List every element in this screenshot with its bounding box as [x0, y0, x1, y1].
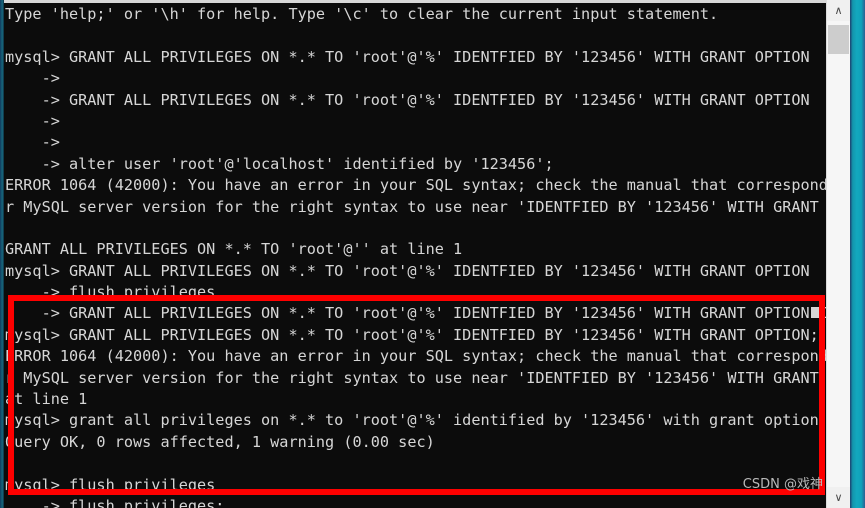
terminal-line: -> flush privileges; — [5, 496, 225, 508]
terminal-line: at line 1 — [5, 390, 88, 409]
scrollbar-track[interactable] — [827, 21, 850, 487]
terminal-line: -> — [5, 69, 60, 88]
mysql-console-window[interactable]: Type 'help;' or '\h' for help. Type '\c'… — [4, 0, 827, 508]
csdn-watermark: CSDN @戏神 — [742, 477, 823, 492]
scrollbar-thumb[interactable] — [828, 25, 849, 54]
terminal-line: Query OK, 0 rows affected, 1 warning (0.… — [5, 432, 435, 451]
terminal-line: GRANT ALL PRIVILEGES ON *.* TO 'root'@''… — [5, 240, 463, 259]
terminal-line: mysql> GRANT ALL PRIVILEGES ON *.* TO 'r… — [5, 325, 819, 344]
screenshot-root: Type 'help;' or '\h' for help. Type '\c'… — [0, 0, 865, 508]
terminal-line: mysql> flush privileges — [5, 475, 216, 494]
scroll-up-arrow-icon[interactable]: ∧ — [827, 0, 850, 21]
terminal-line: -> flush privileges — [5, 283, 216, 302]
terminal-line: r MySQL server version for the right syn… — [5, 368, 827, 387]
terminal-line: mysql> GRANT ALL PRIVILEGES ON *.* TO 'r… — [5, 47, 810, 66]
terminal-line: r MySQL server version for the right syn… — [5, 197, 827, 216]
terminal-line: Type 'help;' or '\h' for help. Type '\c'… — [5, 5, 719, 23]
block-cursor-icon — [810, 307, 819, 319]
terminal-line: ERROR 1064 (42000): You have an error in… — [5, 347, 827, 366]
terminal-output: Type 'help;' or '\h' for help. Type '\c'… — [4, 4, 827, 508]
terminal-line: mysql> GRANT ALL PRIVILEGES ON *.* TO 'r… — [5, 261, 810, 280]
console-title-edge — [4, 0, 827, 3]
terminal-line: ERROR 1064 (42000): You have an error in… — [5, 176, 827, 195]
terminal-line: mysql> grant all privileges on *.* to 'r… — [5, 411, 827, 430]
terminal-line: -> — [5, 133, 60, 152]
terminal-line: -> GRANT ALL PRIVILEGES ON *.* TO 'root'… — [5, 304, 827, 323]
terminal-line: -> alter user 'root'@'localhost' identif… — [5, 154, 554, 173]
scroll-down-arrow-icon[interactable]: ∨ — [827, 487, 850, 508]
terminal-line: -> — [5, 111, 60, 130]
background-window-right-strip — [850, 0, 865, 508]
terminal-line: -> GRANT ALL PRIVILEGES ON *.* TO 'root'… — [5, 90, 810, 109]
console-vertical-scrollbar[interactable]: ∧ ∨ — [826, 0, 850, 508]
